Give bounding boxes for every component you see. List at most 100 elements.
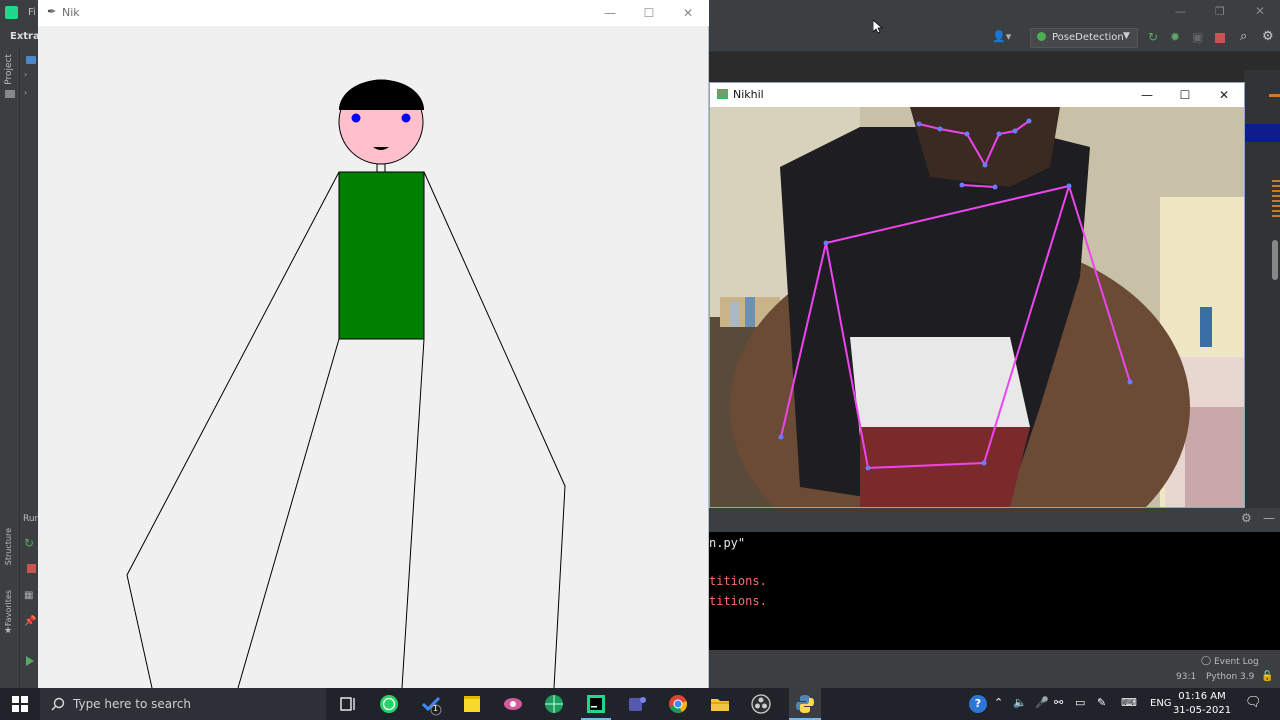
taskbar-search-box[interactable]: Type here to search [40, 688, 326, 720]
avatar-hair-top [339, 79, 424, 110]
ide-maximize-button[interactable]: ❐ [1215, 5, 1225, 18]
cv-close-button[interactable]: ✕ [1204, 83, 1244, 106]
notification-center-icon[interactable]: 🗨 [1245, 695, 1262, 710]
avatar-neck [376, 163, 386, 173]
lock-icon[interactable]: 🔓 [1261, 671, 1273, 682]
ide-title: Fi [28, 7, 36, 18]
folder-icon [5, 90, 15, 98]
avatar-right-arm [423, 171, 566, 688]
show-hidden-icons-icon[interactable]: ⌃ [994, 696, 1003, 709]
microphone-icon[interactable]: 🎤 [1035, 696, 1049, 709]
feather-icon: ✒ [47, 5, 57, 18]
network-icon[interactable]: ⚯ [1054, 696, 1063, 709]
cv-minimize-button[interactable]: — [1127, 83, 1167, 106]
run-panel-header: ⚙ — [709, 508, 1280, 532]
stop-icon[interactable] [1215, 33, 1225, 43]
expand-arrow-icon[interactable]: › [24, 70, 27, 79]
avatar-torso [338, 171, 425, 340]
ide-minimize-button[interactable]: — [1175, 5, 1186, 18]
search-icon[interactable]: ⌕ [1240, 29, 1247, 44]
window-app-icon [717, 89, 728, 99]
run-config-label: PoseDetection [1052, 32, 1124, 43]
scrollbar-thumb[interactable] [1272, 240, 1278, 280]
tk-close-button[interactable]: ✕ [668, 0, 708, 26]
python-icon [1037, 32, 1046, 41]
cv-maximize-button[interactable]: ☐ [1165, 83, 1205, 106]
chrome-icon[interactable] [666, 692, 690, 716]
hide-panel-icon[interactable]: — [1263, 511, 1275, 525]
todo-icon[interactable]: 1 [419, 692, 443, 716]
tkinter-window[interactable]: ✒ Nik — ☐ ✕ [38, 0, 709, 688]
expand-arrow-icon[interactable]: › [24, 88, 27, 97]
keyboard-icon[interactable]: ⌨ [1121, 696, 1137, 709]
rerun-icon[interactable]: ↻ [24, 536, 34, 550]
avatar-right-eye [401, 113, 411, 123]
favorites-star-icon: ★ [4, 626, 13, 636]
play-icon[interactable] [26, 656, 34, 666]
favorites-tab[interactable]: Favorites [4, 590, 13, 626]
ide-status-bar: ◯ Event Log 93:1 Python 3.9 🔓 [709, 650, 1280, 688]
stop-icon[interactable] [27, 564, 36, 573]
avatar-left-arm [126, 171, 340, 688]
cv-titlebar[interactable]: Nikhil — ☐ ✕ [710, 83, 1244, 106]
debug-icon[interactable]: ✹ [1170, 30, 1180, 44]
tk-maximize-button[interactable]: ☐ [629, 0, 669, 26]
pycharm-taskbar-icon[interactable] [584, 692, 608, 716]
console-line: n.py" [709, 536, 746, 550]
tk-minimize-button[interactable]: — [590, 0, 630, 26]
structure-tab[interactable]: Structure [4, 528, 13, 565]
pin-icon[interactable]: 📌 [24, 616, 36, 627]
avatar-left-leg [237, 338, 340, 688]
browser-globe-icon[interactable] [542, 692, 566, 716]
cursor-position[interactable]: 93:1 [1176, 672, 1196, 682]
windows-logo-icon [12, 696, 28, 712]
help-icon[interactable]: ? [969, 695, 987, 713]
battery-icon[interactable]: ▭ [1075, 696, 1085, 709]
mouse-cursor-icon [873, 20, 883, 34]
teams-icon[interactable] [625, 692, 649, 716]
gutter-marker [1269, 94, 1280, 97]
task-view-icon[interactable] [336, 692, 360, 716]
run-config-dropdown[interactable]: PoseDetection ▼ [1030, 28, 1138, 48]
windows-taskbar: Type here to search 1 ? ⌃ 🔈 🎤 ⚯ ▭ ✎ ⌨ EN… [0, 688, 1280, 720]
ide-close-button[interactable]: ✕ [1255, 4, 1265, 18]
opencv-window[interactable]: Nikhil — ☐ ✕ [709, 82, 1245, 508]
settings-gear-icon[interactable]: ⚙ [1262, 29, 1274, 44]
gutter-marker [1272, 180, 1280, 220]
search-placeholder: Type here to search [73, 697, 191, 711]
ide-tool-strip: Project Structure Favorites ★ [0, 48, 20, 688]
file-explorer-icon[interactable] [708, 692, 732, 716]
search-icon [51, 697, 65, 711]
gutter-highlight [1244, 124, 1280, 142]
tk-titlebar[interactable]: ✒ Nik — ☐ ✕ [38, 0, 709, 26]
console-error-line: titions. [709, 594, 767, 608]
volume-icon[interactable]: 🔈 [1013, 696, 1027, 709]
clock-time: 01:16 AM [1178, 691, 1226, 702]
avatar-left-eye [351, 113, 361, 123]
obs-icon[interactable] [749, 692, 773, 716]
snipping-tool-icon[interactable] [501, 692, 525, 716]
event-log-button[interactable]: Event Log [1214, 657, 1259, 667]
sticky-notes-icon[interactable] [460, 692, 484, 716]
coverage-icon[interactable]: ▣ [1192, 30, 1203, 44]
pen-icon[interactable]: ✎ [1097, 696, 1106, 709]
clock[interactable]: 01:16 AM 31-05-2021 [1172, 690, 1232, 718]
language-indicator[interactable]: ENG [1150, 698, 1172, 709]
tk-window-title: Nik [62, 6, 80, 19]
project-tab[interactable]: Project [4, 54, 14, 85]
python-interpreter[interactable]: Python 3.9 [1206, 672, 1254, 682]
webcam-image [710, 107, 1244, 507]
active-app-highlight [789, 688, 821, 720]
whatsapp-icon[interactable] [377, 692, 401, 716]
start-button[interactable] [0, 688, 40, 720]
rerun-icon[interactable]: ↻ [1148, 30, 1158, 44]
editor-scroll-gutter[interactable] [1244, 70, 1280, 510]
console-error-line: titions. [709, 574, 767, 588]
run-console-output[interactable]: n.py" titions. titions. [709, 532, 1280, 650]
notification-badge: 1 [433, 704, 439, 713]
cv-window-title: Nikhil [733, 88, 764, 101]
user-icon[interactable]: 👤▾ [992, 30, 1011, 43]
settings-gear-icon[interactable]: ⚙ [1241, 511, 1252, 525]
layout-icon[interactable]: ▦ [24, 590, 33, 601]
ide-menu-extra[interactable]: Extra [10, 31, 40, 42]
